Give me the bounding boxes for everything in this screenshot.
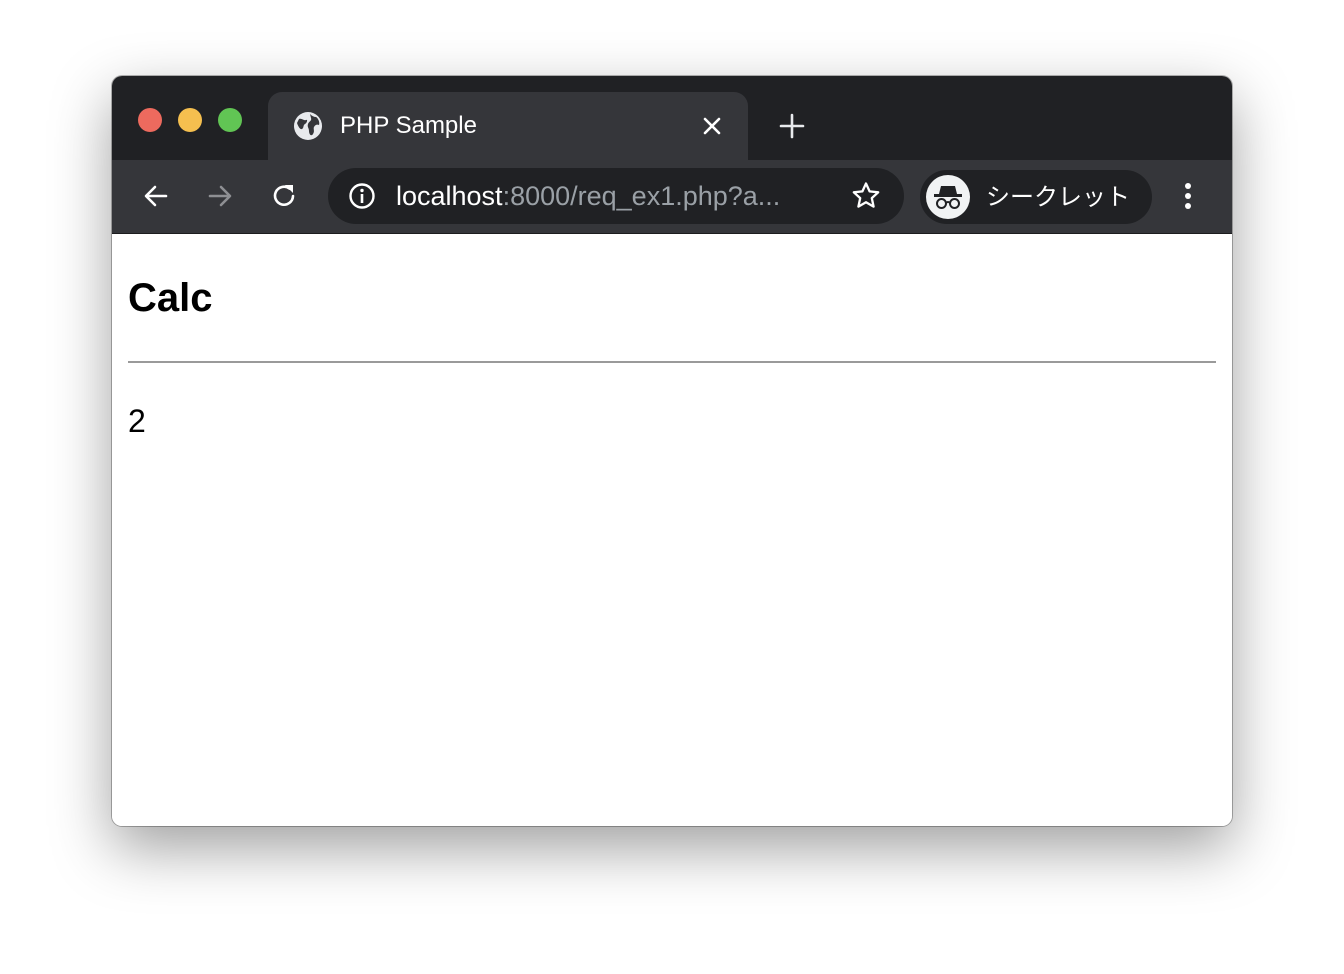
reload-icon[interactable] <box>268 180 300 212</box>
tab-strip: PHP Sample <box>112 76 1232 160</box>
tab-active[interactable]: PHP Sample <box>268 92 748 160</box>
minimize-window-button[interactable] <box>178 108 202 132</box>
horizontal-rule <box>128 361 1216 363</box>
page-heading: Calc <box>128 276 213 320</box>
incognito-icon <box>934 186 962 209</box>
url-path: :8000/req_ex1.php?a... <box>502 181 781 211</box>
browser-toolbar: localhost:8000/req_ex1.php?a... シークレット <box>112 160 1232 234</box>
more-menu-icon[interactable] <box>1174 180 1202 212</box>
new-tab-icon[interactable] <box>778 112 806 140</box>
forward-arrow-icon[interactable] <box>204 180 236 212</box>
incognito-label: シークレット <box>986 183 1130 211</box>
bookmark-star-icon[interactable] <box>850 180 882 212</box>
zoom-window-button[interactable] <box>218 108 242 132</box>
close-tab-icon[interactable] <box>700 114 724 138</box>
browser-window: PHP Sample localhost:8000/req_ex1.php?a.… <box>112 76 1232 826</box>
incognito-avatar <box>926 175 970 219</box>
incognito-profile-button[interactable]: シークレット <box>920 170 1152 224</box>
back-arrow-icon[interactable] <box>140 180 172 212</box>
tab-title: PHP Sample <box>340 112 477 139</box>
page-content: Calc 2 <box>112 234 1232 826</box>
calc-result: 2 <box>128 403 146 439</box>
address-bar[interactable]: localhost:8000/req_ex1.php?a... <box>328 168 904 224</box>
url-text[interactable]: localhost:8000/req_ex1.php?a... <box>396 180 826 212</box>
globe-icon <box>294 112 322 140</box>
url-host: localhost <box>396 181 503 211</box>
close-window-button[interactable] <box>138 108 162 132</box>
info-icon[interactable] <box>348 182 376 210</box>
